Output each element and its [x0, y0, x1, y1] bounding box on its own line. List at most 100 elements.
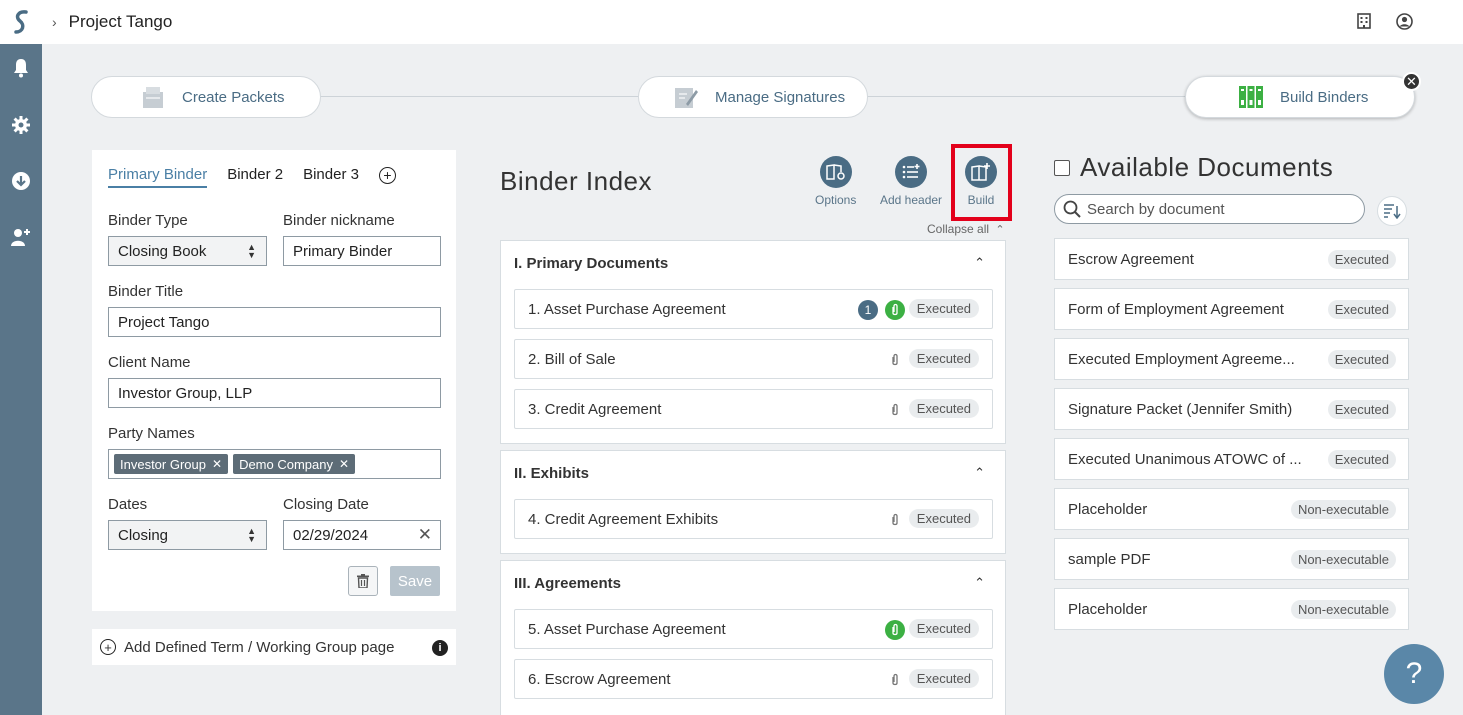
- app-logo-icon[interactable]: [0, 0, 42, 44]
- available-doc-row[interactable]: Placeholder Non-executable: [1054, 488, 1409, 530]
- remove-tag-icon[interactable]: ✕: [212, 457, 222, 471]
- options-book-icon: [819, 156, 852, 188]
- trash-icon: [357, 574, 369, 588]
- clear-date-icon[interactable]: ✕: [418, 525, 432, 545]
- doc-title: Executed Unanimous ATOWC of ...: [1068, 450, 1302, 468]
- index-section: II. Exhibits ⌃ 4. Credit Agreement Exhib…: [500, 450, 1006, 554]
- available-doc-row[interactable]: sample PDF Non-executable: [1054, 538, 1409, 580]
- add-header-label: Add header: [880, 193, 943, 207]
- available-doc-row[interactable]: Signature Packet (Jennifer Smith) Execute…: [1054, 388, 1409, 430]
- tab-binder-3[interactable]: Binder 3: [303, 166, 359, 188]
- binder-type-select[interactable]: Closing Book ▲ ▼: [108, 236, 267, 266]
- index-doc-row[interactable]: 3. Credit Agreement Executed: [514, 389, 993, 429]
- index-section: I. Primary Documents ⌃ 1. Asset Purchase…: [500, 240, 1006, 444]
- available-doc-row[interactable]: Escrow Agreement Executed: [1054, 238, 1409, 280]
- party-names-label: Party Names: [108, 425, 195, 442]
- top-bar: › Project Tango: [0, 0, 1463, 44]
- paperclip-icon[interactable]: [888, 511, 902, 529]
- remove-tag-icon[interactable]: ✕: [339, 457, 349, 471]
- packet-icon: [143, 87, 163, 108]
- status-badge: Executed: [1327, 250, 1396, 269]
- paperclip-icon[interactable]: [888, 671, 902, 689]
- status-badge: Non-executable: [1290, 600, 1396, 619]
- doc-title: Form of Employment Agreement: [1068, 300, 1284, 318]
- status-badge: Executed: [908, 509, 979, 528]
- add-binder-icon[interactable]: +: [378, 166, 396, 184]
- save-button[interactable]: Save: [390, 566, 440, 596]
- client-name-value: Investor Group, LLP: [118, 384, 253, 402]
- index-doc-row[interactable]: 4. Credit Agreement Exhibits Executed: [514, 499, 993, 539]
- add-circle-icon: +: [100, 639, 116, 655]
- index-doc-row[interactable]: 5. Asset Purchase Agreement Executed: [514, 609, 993, 649]
- doc-title: Escrow Agreement: [1068, 250, 1194, 268]
- step-create-packets[interactable]: Create Packets: [91, 76, 321, 118]
- delete-binder-button[interactable]: [348, 566, 378, 596]
- section-heading: I. Primary Documents: [514, 255, 669, 272]
- binder-type-value: Closing Book: [118, 242, 207, 260]
- options-button[interactable]: Options: [815, 156, 856, 207]
- tab-binder-2[interactable]: Binder 2: [227, 166, 283, 188]
- list-add-icon: [895, 156, 928, 188]
- closing-date-value: 02/29/2024: [293, 526, 369, 544]
- binder-index-title: Binder Index: [500, 166, 652, 196]
- paperclip-icon[interactable]: [885, 300, 905, 320]
- collapse-all-label: Collapse all: [927, 222, 990, 236]
- client-name-label: Client Name: [108, 354, 191, 371]
- doc-title: 3. Credit Agreement: [528, 400, 662, 418]
- search-placeholder: Search by document: [1087, 200, 1225, 218]
- step-manage-signatures[interactable]: Manage Signatures: [638, 76, 868, 118]
- download-icon[interactable]: [7, 167, 35, 195]
- paperclip-icon[interactable]: [888, 351, 902, 369]
- status-badge: Executed: [908, 669, 979, 688]
- available-doc-row[interactable]: Form of Employment Agreement Executed: [1054, 288, 1409, 330]
- index-section: III. Agreements ⌃ 5. Asset Purchase Agre…: [500, 560, 1006, 715]
- chevron-up-icon[interactable]: ⌃: [974, 255, 985, 271]
- breadcrumb-chevron-icon: ›: [52, 14, 57, 30]
- search-icon: [1063, 200, 1081, 218]
- paperclip-icon[interactable]: [888, 401, 902, 419]
- step-build-binders[interactable]: Build Binders: [1185, 76, 1415, 118]
- status-badge: Executed: [1327, 300, 1396, 319]
- add-header-button[interactable]: Add header: [880, 156, 942, 207]
- party-names-input[interactable]: Investor Group ✕ Demo Company ✕: [108, 449, 441, 479]
- closing-date-label: Closing Date: [283, 496, 369, 513]
- index-doc-row[interactable]: 2. Bill of Sale Executed: [514, 339, 993, 379]
- collapse-all-toggle[interactable]: Collapse all ⌃: [927, 222, 1005, 236]
- available-doc-row[interactable]: Placeholder Non-executable: [1054, 588, 1409, 630]
- closing-date-input[interactable]: 02/29/2024 ✕: [283, 520, 441, 550]
- sort-button[interactable]: [1377, 196, 1407, 226]
- available-doc-row[interactable]: Executed Unanimous ATOWC of ... Executed: [1054, 438, 1409, 480]
- client-name-input[interactable]: Investor Group, LLP: [108, 378, 441, 408]
- index-doc-row[interactable]: 1. Asset Purchase Agreement 1 Executed: [514, 289, 993, 329]
- doc-title: 1. Asset Purchase Agreement: [528, 300, 726, 318]
- paperclip-icon[interactable]: [885, 620, 905, 640]
- add-user-icon[interactable]: [7, 223, 35, 251]
- status-badge: Executed: [1327, 450, 1396, 469]
- gear-icon[interactable]: [7, 111, 35, 139]
- chevron-up-icon[interactable]: ⌃: [974, 465, 985, 481]
- binder-type-label: Binder Type: [108, 212, 188, 229]
- close-icon[interactable]: ✕: [1402, 72, 1421, 91]
- user-account-icon[interactable]: [1395, 12, 1413, 30]
- dates-select[interactable]: Closing ▲ ▼: [108, 520, 267, 550]
- index-doc-row[interactable]: 6. Escrow Agreement Executed: [514, 659, 993, 699]
- info-icon[interactable]: i: [432, 640, 448, 656]
- help-button[interactable]: ?: [1384, 644, 1444, 704]
- step-label: Create Packets: [182, 88, 285, 106]
- doc-title: Placeholder: [1068, 600, 1148, 618]
- binder-nickname-input[interactable]: Primary Binder: [283, 236, 441, 266]
- available-documents-title: Available Documents: [1080, 152, 1334, 182]
- add-defined-term-row[interactable]: + Add Defined Term / Working Group page …: [92, 629, 456, 665]
- binder-title-input[interactable]: Project Tango: [108, 307, 441, 337]
- status-badge: Executed: [908, 399, 979, 418]
- building-icon[interactable]: [1355, 12, 1373, 30]
- tab-primary-binder[interactable]: Primary Binder: [108, 166, 208, 188]
- party-tag-label: Investor Group: [120, 456, 206, 472]
- chevron-up-icon[interactable]: ⌃: [974, 575, 985, 591]
- section-heading: III. Agreements: [514, 575, 621, 592]
- search-input[interactable]: Search by document: [1054, 194, 1365, 224]
- select-all-checkbox[interactable]: [1054, 160, 1070, 176]
- chevron-up-icon: ⌃: [995, 224, 1005, 236]
- available-doc-row[interactable]: Executed Employment Agreeme... Executed: [1054, 338, 1409, 380]
- bell-icon[interactable]: [7, 54, 35, 82]
